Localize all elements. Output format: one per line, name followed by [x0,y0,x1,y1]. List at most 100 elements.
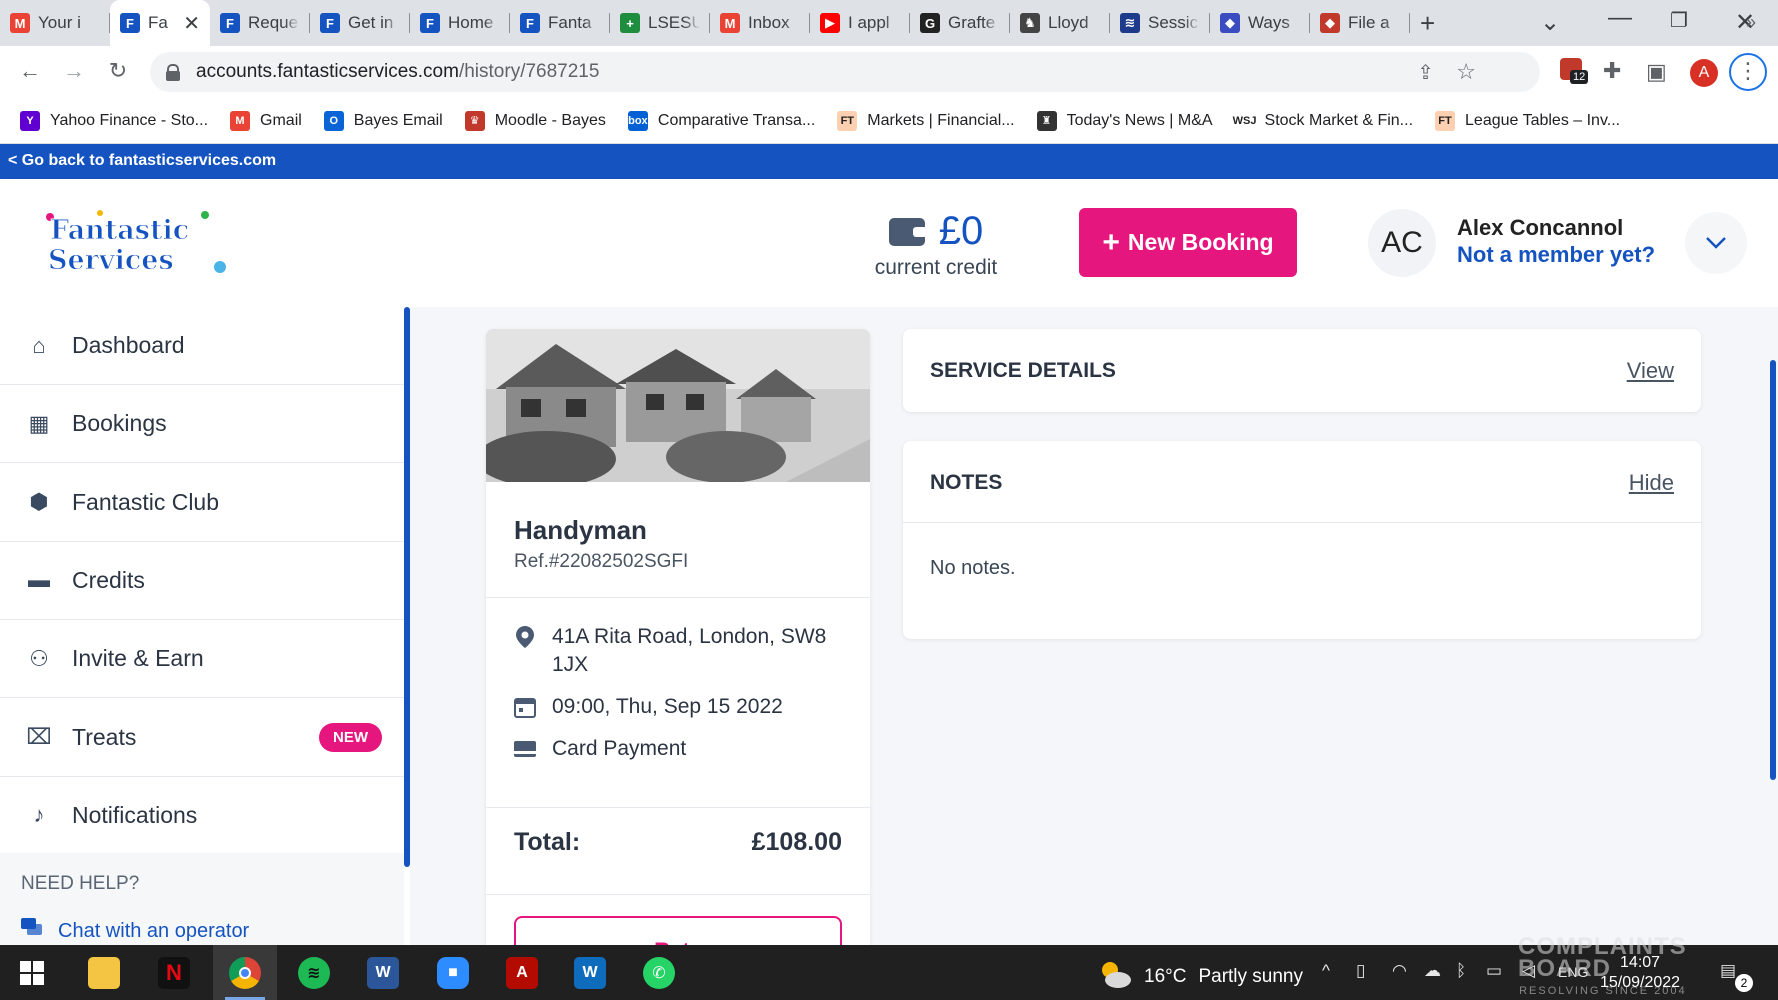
acrobat-icon[interactable]: A [490,945,554,1000]
new-tab-icon[interactable]: + [1410,0,1460,46]
sidebar-item-credits[interactable]: ▬ Credits [0,542,410,620]
cross-icon: + [620,13,640,33]
service-details-view-link[interactable]: View [1627,358,1674,384]
chrome-taskbar-icon[interactable] [213,945,277,1000]
user-avatar[interactable]: AC [1368,209,1436,277]
booking-ref: Ref.#22082502SGFI [514,551,689,572]
notification-center-icon[interactable]: ▤ [1720,961,1736,981]
onedrive-icon[interactable]: ☁ [1424,961,1441,981]
bookmark-label: Bayes Email [353,111,443,129]
side-panel-icon[interactable]: ▣ [1646,59,1667,85]
sidebar-item-notifications[interactable]: ♪ Notifications [0,777,410,855]
tab-search-icon[interactable]: ⌄ [1540,8,1560,37]
bookmark-item[interactable]: M Gmail [230,110,302,131]
shield-icon: ◆ [1220,13,1240,33]
new-booking-button[interactable]: + New Booking [1079,208,1297,277]
weather-text: Partly sunny [1198,966,1303,987]
notes-hide-link[interactable]: Hide [1629,470,1674,496]
forward-icon[interactable]: → [60,58,88,84]
club-icon: ⬢ [29,489,49,515]
tab-4[interactable]: F Home [410,0,510,46]
address-bar[interactable]: accounts.fantasticservices.com /history/… [150,52,1540,92]
more-bookmarks-icon[interactable]: » [1746,12,1756,33]
bookmark-item[interactable]: Y Yahoo Finance - Sto... [20,110,208,131]
booking-payment-row: Card Payment [514,735,854,763]
tab-8[interactable]: ▶ I appl [810,0,910,46]
back-to-site-link[interactable]: < Go back to fantasticservices.com [0,144,1778,179]
tab-0[interactable]: M Your i [0,0,110,46]
file-explorer-icon[interactable] [72,945,136,1000]
tab-6[interactable]: + LSESU [610,0,710,46]
show-hidden-icons[interactable]: ^ [1322,961,1330,981]
sidebar-item-fantastic-club[interactable]: ⬢ Fantastic Club [0,464,410,542]
bookmark-item[interactable]: box Comparative Transa... [627,110,815,131]
not-a-member-link[interactable]: Not a member yet? [1457,242,1655,268]
extensions-puzzle-icon[interactable]: ✚ [1603,58,1621,84]
weather-widget[interactable]: 16°C Partly sunny [1098,959,1303,995]
back-icon[interactable]: ← [16,58,44,84]
location-pin-icon [514,626,536,648]
sidebar-item-label: Invite & Earn [72,645,204,672]
calendar-icon [514,696,536,718]
chevron-down-icon[interactable] [1685,212,1747,274]
tab-5[interactable]: F Fanta [510,0,610,46]
extension-icon[interactable]: 12 [1560,58,1589,86]
gift-icon: ⌧ [26,724,52,749]
tab-10[interactable]: ♞ Lloyd [1010,0,1110,46]
sidebar-item-treats[interactable]: ⌧ Treats NEW [0,699,410,777]
profile-avatar[interactable]: A [1690,59,1718,87]
tab-label: Sessic [1148,13,1199,32]
close-tab-icon[interactable]: ✕ [183,11,200,36]
netflix-icon[interactable]: N [142,945,206,1000]
horse-icon: ♞ [1020,13,1040,33]
restore-icon[interactable]: ❐ [1670,8,1688,33]
page-scrollbar[interactable] [1770,360,1776,780]
minimize-icon[interactable]: — [1608,4,1632,32]
spotify-icon[interactable]: ≋ [282,945,346,1000]
rate-button[interactable]: Rate [514,916,842,945]
tab-1[interactable]: F Fa ✕ [110,0,210,46]
word-icon[interactable]: W [351,945,415,1000]
fantastic-services-logo[interactable]: Fantastic Services [40,209,230,277]
help-section: NEED HELP? Chat with an operator [0,853,404,945]
vpn-app-icon[interactable]: W [558,945,622,1000]
bookmark-item[interactable]: WSJ Stock Market & Fin... [1233,110,1413,131]
sidebar-item-invite-earn[interactable]: ⚇ Invite & Earn [0,620,410,699]
sidebar-item-dashboard[interactable]: ⌂ Dashboard [0,307,410,385]
credit-widget[interactable]: £0 current credit [866,209,1006,280]
whatsapp-icon[interactable]: ✆ [627,945,691,1000]
divider [486,597,870,598]
user-name: Alex Concannol [1457,215,1624,240]
box-icon: box [627,110,648,131]
tab-2[interactable]: F Reque [210,0,310,46]
partly-sunny-icon [1098,959,1132,995]
zoom-icon[interactable]: ■ [421,945,485,1000]
bookmark-label: Today's News | M&A [1066,111,1213,129]
battery-icon[interactable]: ▭ [1486,961,1502,981]
bookmark-item[interactable]: FT Markets | Financial... [837,110,1015,131]
sidebar-item-label: Fantastic Club [72,488,220,515]
tab-9[interactable]: G Grafte [910,0,1010,46]
bluetooth-icon[interactable]: ᛒ [1456,961,1466,981]
device-icon[interactable]: ▯ [1356,961,1365,981]
chrome-menu-icon[interactable]: ⋮ [1729,53,1767,91]
tab-3[interactable]: F Get in [310,0,410,46]
bookmark-item[interactable]: ♜ Today's News | M&A [1036,110,1213,131]
reload-icon[interactable]: ↻ [104,58,132,84]
sidebar-item-bookings[interactable]: ▦ Bookings [0,385,410,464]
bookmark-item[interactable]: ♛ Moodle - Bayes [464,110,606,131]
wifi-icon[interactable]: ◠ [1392,961,1407,981]
bookmark-star-icon[interactable]: ☆ [1456,59,1476,85]
notification-count: 2 [1735,974,1753,992]
tab-7[interactable]: M Inbox [710,0,810,46]
tab-13[interactable]: ◆ File a [1310,0,1410,46]
chat-operator-link[interactable]: Chat with an operator [20,917,249,945]
service-details-title: SERVICE DETAILS [930,359,1116,382]
bookmark-item[interactable]: O Bayes Email [323,110,443,131]
bookmark-item[interactable]: FT League Tables – Inv... [1435,110,1620,131]
tab-12[interactable]: ◆ Ways [1210,0,1310,46]
start-button[interactable] [0,945,64,1000]
tab-11[interactable]: ≋ Sessic [1110,0,1210,46]
main-content: Handyman Ref.#22082502SGFI 41A Rita Road… [410,307,1778,945]
share-icon[interactable]: ⇪ [1417,60,1434,85]
